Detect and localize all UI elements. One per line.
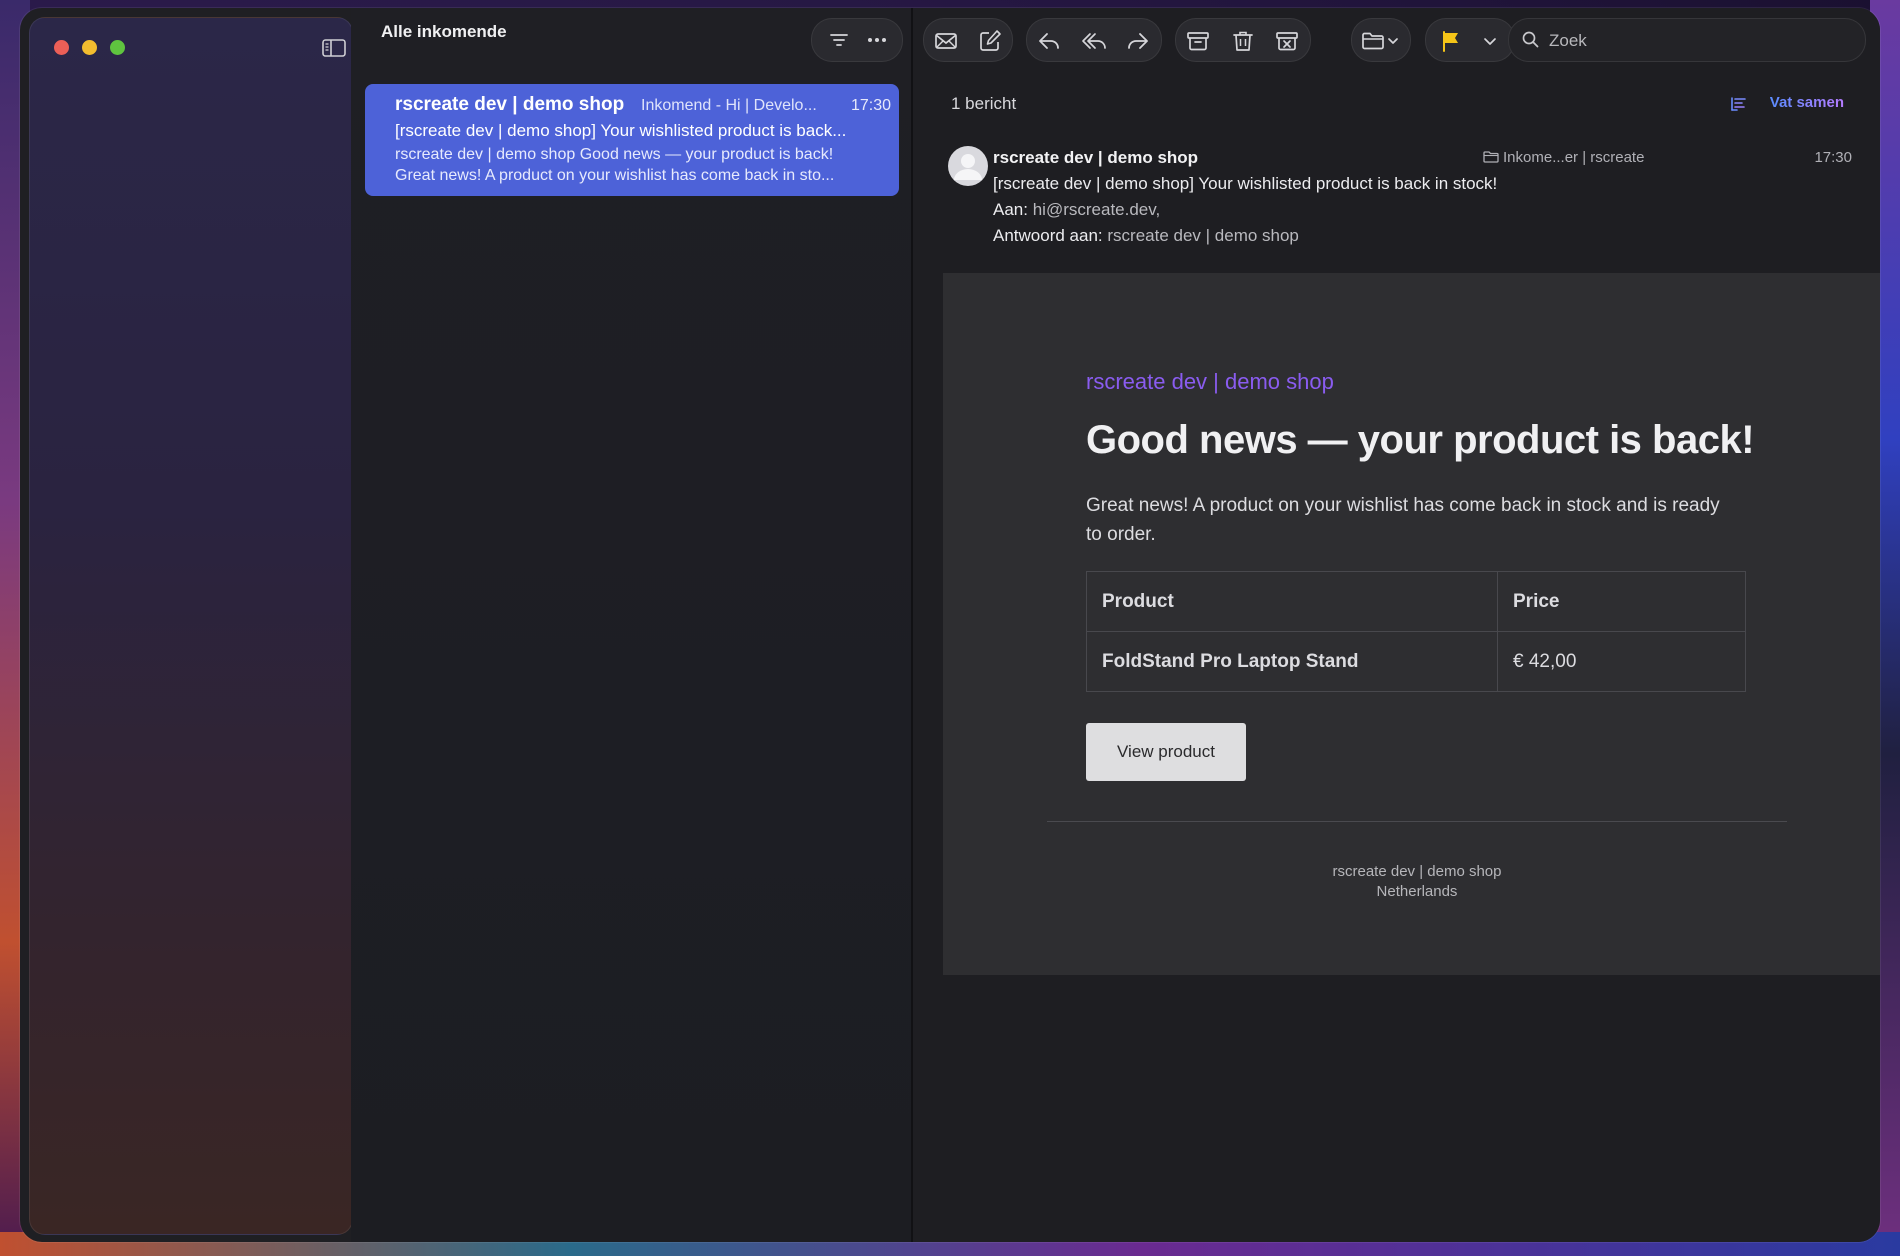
message-preview-line-2: Great news! A product on your wishlist h… [395, 167, 835, 184]
message-list-item[interactable]: rscreate dev | demo shop Inkomend - Hi |… [365, 84, 899, 196]
table-header-row: Product Price [1086, 571, 1746, 632]
mail-window: Alle inkomende rscreate dev | demo shop … [20, 8, 1880, 1242]
close-window-button[interactable] [54, 40, 69, 55]
folder-icon [1360, 28, 1386, 54]
footer-shop-name: rscreate dev | demo shop [1332, 863, 1502, 880]
toolbar-group-organize [1175, 18, 1311, 62]
toolbar-group-compose [923, 18, 1013, 62]
product-table: Product Price FoldStand Pro Laptop Stand… [1086, 571, 1746, 692]
view-product-button[interactable]: View product [1086, 723, 1246, 781]
to-label: Aan: [993, 200, 1028, 219]
folder-small-icon [1483, 150, 1499, 164]
list-tools-group [811, 18, 903, 62]
trash-icon[interactable] [1230, 28, 1256, 54]
message-folder: Inkomend - Hi | Develo... [641, 97, 817, 114]
zoom-window-button[interactable] [110, 40, 125, 55]
search-field[interactable] [1508, 18, 1866, 62]
sidebar-toggle-icon[interactable] [322, 38, 346, 58]
message-count: 1 bericht [951, 94, 1017, 113]
folder-label: Inkome...er | rscreate [1503, 149, 1645, 166]
footer-divider [1047, 821, 1787, 822]
message-sender: rscreate dev | demo shop [395, 94, 625, 115]
email-lead-text: Great news! A product on your wishlist h… [1086, 495, 1720, 545]
to-address[interactable]: hi@rscreate.dev, [1033, 200, 1161, 219]
reply-to-label: Antwoord aan: [993, 226, 1103, 245]
message-time: 17:30 [850, 97, 891, 114]
email-folder: Inkome...er | rscreate [1483, 149, 1644, 166]
sender-avatar [948, 146, 988, 186]
product-name-cell: FoldStand Pro Laptop Stand [1086, 631, 1498, 692]
summarize-button[interactable]: Vat samen [1770, 94, 1844, 111]
reply-to-address[interactable]: rscreate dev | demo shop [1107, 226, 1299, 245]
email-to: Aan: hi@rscreate.dev, [993, 200, 1160, 220]
get-mail-icon[interactable] [933, 28, 959, 54]
chevron-down-icon [1386, 28, 1400, 54]
email-sender: rscreate dev | demo shop [993, 148, 1199, 167]
toolbar-group-reply [1026, 18, 1162, 62]
mailbox-title: Alle inkomende [381, 22, 507, 41]
message-preview-line-1: rscreate dev | demo shop Good news — you… [395, 146, 834, 163]
filter-icon[interactable] [826, 27, 852, 53]
table-row: FoldStand Pro Laptop Stand € 42,00 [1086, 631, 1746, 692]
column-header-price: Price [1497, 571, 1746, 632]
flag-icon[interactable] [1438, 28, 1464, 54]
compose-icon[interactable] [977, 28, 1003, 54]
search-icon [1521, 30, 1541, 50]
minimize-window-button[interactable] [82, 40, 97, 55]
search-input[interactable] [1547, 29, 1851, 53]
reading-pane: 1 bericht Vat samen rscreate dev | demo … [913, 8, 1880, 1242]
email-body: rscreate dev | demo shop Good news — you… [943, 273, 1880, 975]
email-subject: [rscreate dev | demo shop] Your wishlist… [993, 174, 1498, 193]
shop-name-link[interactable]: rscreate dev | demo shop [1086, 369, 1334, 395]
message-subject: [rscreate dev | demo shop] Your wishlist… [395, 121, 847, 140]
reply-all-icon[interactable] [1081, 28, 1107, 54]
flag-menu-chevron-icon[interactable] [1480, 28, 1500, 54]
email-headline: Good news — your product is back! [1086, 418, 1755, 462]
email-time: 17:30 [1814, 149, 1852, 166]
move-to-folder-button[interactable] [1351, 18, 1411, 62]
reply-icon[interactable] [1036, 28, 1062, 54]
footer-country: Netherlands [1376, 883, 1458, 900]
archive-icon[interactable] [1185, 28, 1211, 54]
summarize-icon[interactable] [1730, 95, 1748, 113]
column-header-product: Product [1086, 571, 1498, 632]
sidebar [29, 17, 353, 1235]
more-options-icon[interactable] [864, 27, 890, 53]
junk-icon[interactable] [1274, 28, 1300, 54]
flag-button-group [1425, 18, 1515, 62]
product-price-cell: € 42,00 [1497, 631, 1746, 692]
message-list-pane: Alle inkomende rscreate dev | demo shop … [351, 8, 911, 1242]
forward-icon[interactable] [1125, 28, 1151, 54]
email-reply-to: Antwoord aan: rscreate dev | demo shop [993, 226, 1299, 246]
